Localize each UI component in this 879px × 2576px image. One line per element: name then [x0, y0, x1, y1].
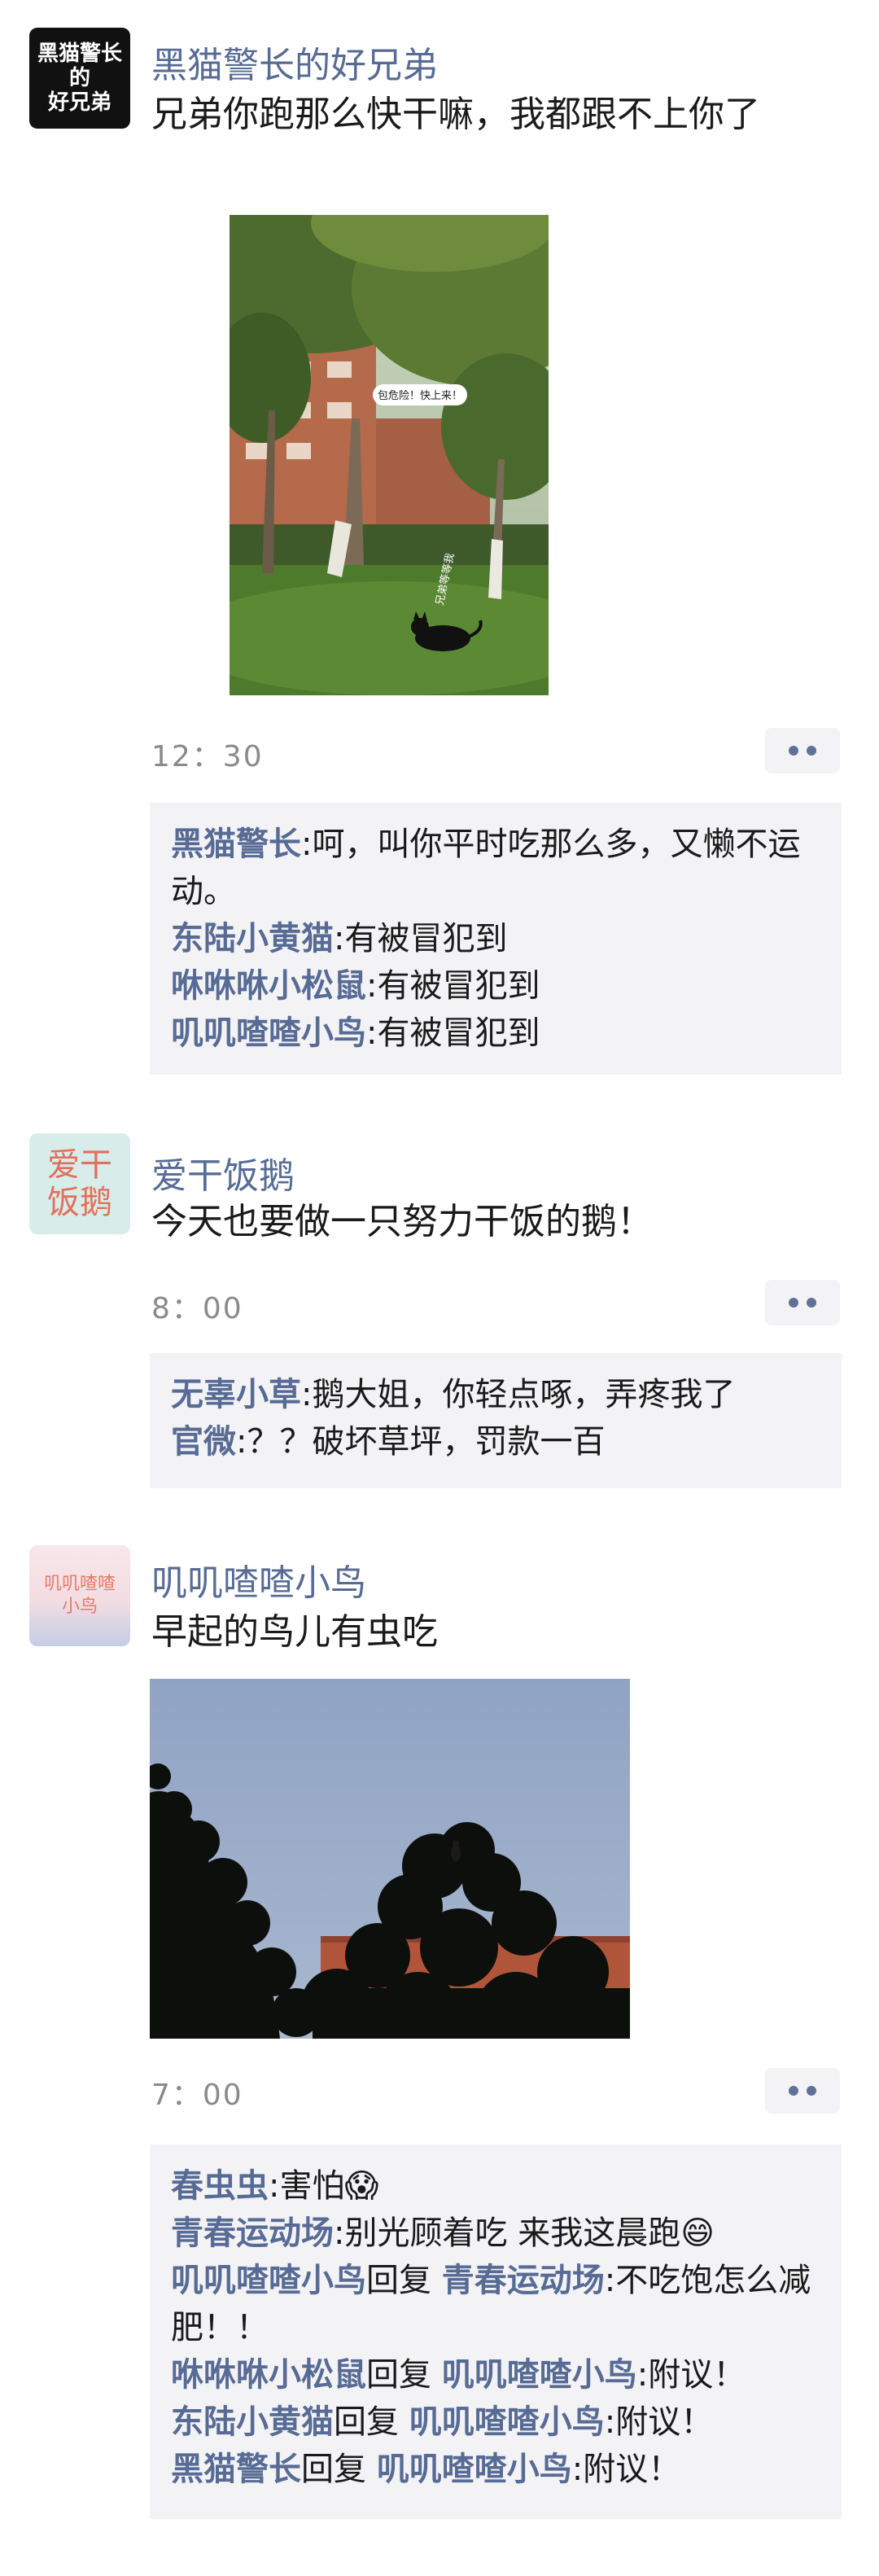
avatar-text-line: 好兄弟 — [47, 90, 112, 115]
commenter-name[interactable]: 东陆小黄猫 — [171, 920, 334, 957]
post-text: 早起的鸟儿有虫吃 — [151, 1611, 438, 1653]
comment-item[interactable]: 东陆小黄猫:有被冒犯到 — [171, 915, 820, 962]
comment-text: :有被冒犯到 — [334, 920, 508, 957]
more-dots-icon — [807, 746, 816, 756]
photo-bubble-text: 包危险！快上来！ — [378, 390, 462, 402]
post-time: 8：00 — [151, 1292, 243, 1325]
avatar[interactable]: 叽叽喳喳 小鸟 — [29, 1545, 130, 1646]
more-dots-icon — [789, 746, 798, 756]
commenter-name[interactable]: 官微 — [171, 1423, 236, 1461]
comment-item[interactable]: 黑猫警长:呵，叫你平时吃那么多，又懒不运动。 — [171, 821, 820, 915]
avatar-text-line: 小鸟 — [61, 1597, 98, 1617]
more-dots-icon — [789, 1298, 798, 1308]
comment-text: :附议！ — [604, 2403, 714, 2441]
reply-word: 回复 — [334, 2403, 399, 2441]
post-photo[interactable]: 包危险！快上来！ 兄弟等等我 — [230, 215, 549, 695]
reply-to-name[interactable]: 叽叽喳喳小鸟 — [377, 2451, 572, 2488]
avatar-text-line: 爱干 — [47, 1146, 112, 1184]
post-author-name[interactable]: 爱干饭鹅 — [151, 1146, 295, 1198]
more-button[interactable] — [765, 2068, 840, 2114]
sky-bird-image — [150, 1679, 630, 2039]
comment-item[interactable]: 青春运动场:别光顾着吃 来我这晨跑😄 — [171, 2210, 820, 2257]
commenter-name[interactable]: 黑猫警长 — [171, 826, 301, 863]
avatar-text-line: 叽叽喳喳 — [43, 1574, 116, 1594]
avatar-text-line: 黑猫警长 — [37, 42, 122, 66]
more-dots-icon — [807, 2086, 816, 2096]
reply-to-name[interactable]: 叽叽喳喳小鸟 — [442, 2356, 637, 2394]
post-text: 今天也要做一只努力干饭的鹅！ — [151, 1201, 653, 1242]
commenter-name[interactable]: 咻咻咻小松鼠 — [171, 967, 366, 1005]
post-time: 7：00 — [151, 2079, 243, 2112]
reply-to-name[interactable]: 叽叽喳喳小鸟 — [409, 2403, 605, 2441]
post-author-name[interactable]: 黑猫警长的好兄弟 — [151, 36, 438, 88]
moment-post-2: 爱干 饭鹅 爱干饭鹅 今天也要做一只努力干饭的鹅！ 8：00 无辜小草:鹅大姐，… — [0, 1107, 879, 1514]
comment-item[interactable]: 无辜小草:鹅大姐，你轻点啄，弄疼我了 — [171, 1371, 820, 1418]
comment-text: :有被冒犯到 — [366, 967, 540, 1005]
post-text: 兄弟你跑那么快干嘛，我都跟不上你了 — [151, 94, 760, 135]
comment-text: :别光顾着吃 来我这晨跑😄 — [334, 2215, 715, 2252]
avatar[interactable]: 爱干 饭鹅 — [29, 1133, 130, 1234]
comment-item[interactable]: 叽叽喳喳小鸟:有被冒犯到 — [171, 1010, 820, 1057]
comment-item[interactable]: 东陆小黄猫回复 叽叽喳喳小鸟:附议！ — [171, 2399, 820, 2446]
more-dots-icon — [789, 2086, 798, 2096]
more-dots-icon — [807, 1298, 816, 1308]
commenter-name[interactable]: 咻咻咻小松鼠 — [171, 2356, 366, 2394]
commenter-name[interactable]: 叽叽喳喳小鸟 — [171, 2262, 366, 2299]
comment-area: 黑猫警长:呵，叫你平时吃那么多，又懒不运动。 东陆小黄猫:有被冒犯到 咻咻咻小松… — [150, 803, 842, 1075]
commenter-name[interactable]: 青春运动场 — [171, 2215, 334, 2252]
commenter-name[interactable]: 无辜小草 — [171, 1376, 301, 1413]
commenter-name[interactable]: 黑猫警长 — [171, 2451, 301, 2488]
comment-text: :鹅大姐，你轻点啄，弄疼我了 — [301, 1376, 736, 1413]
comment-item[interactable]: 黑猫警长回复 叽叽喳喳小鸟:附议！ — [171, 2446, 820, 2493]
avatar-text-line: 的 — [68, 66, 90, 90]
post-time: 12：30 — [151, 740, 264, 773]
moment-post-1: 黑猫警长 的 好兄弟 黑猫警长的好兄弟 兄弟你跑那么快干嘛，我都跟不上你了 包危… — [0, 0, 879, 1083]
comment-item[interactable]: 叽叽喳喳小鸟回复 青春运动场:不吃饱怎么减肥！！ — [171, 2257, 820, 2351]
avatar-text-line: 饭鹅 — [47, 1184, 112, 1221]
reply-word: 回复 — [366, 2356, 431, 2394]
comment-area: 春虫虫:害怕😱 青春运动场:别光顾着吃 来我这晨跑😄 叽叽喳喳小鸟回复 青春运动… — [150, 2144, 842, 2519]
comment-item[interactable]: 咻咻咻小松鼠:有被冒犯到 — [171, 962, 820, 1010]
park-cat-image: 包危险！快上来！ 兄弟等等我 — [230, 215, 549, 695]
comment-text: :害怕😱 — [269, 2167, 379, 2205]
comment-item[interactable]: 春虫虫:害怕😱 — [171, 2162, 820, 2210]
more-button[interactable] — [765, 728, 840, 773]
comment-area: 无辜小草:鹅大姐，你轻点啄，弄疼我了 官微:？？破坏草坪，罚款一百 — [150, 1353, 842, 1488]
reply-word: 回复 — [301, 2451, 366, 2488]
reply-word: 回复 — [366, 2262, 431, 2299]
commenter-name[interactable]: 春虫虫 — [171, 2167, 269, 2205]
commenter-name[interactable]: 叽叽喳喳小鸟 — [171, 1014, 366, 1052]
comment-text: :有被冒犯到 — [366, 1014, 540, 1052]
avatar[interactable]: 黑猫警长 的 好兄弟 — [29, 28, 130, 129]
comment-text: :？？破坏草坪，罚款一百 — [236, 1423, 606, 1461]
comment-item[interactable]: 官微:？？破坏草坪，罚款一百 — [171, 1418, 820, 1465]
comment-item[interactable]: 咻咻咻小松鼠回复 叽叽喳喳小鸟:附议！ — [171, 2351, 820, 2399]
post-author-name[interactable]: 叽叽喳喳小鸟 — [151, 1553, 366, 1606]
comment-text: :附议！ — [636, 2356, 746, 2394]
moment-post-3: 叽叽喳喳 小鸟 叽叽喳喳小鸟 早起的鸟儿有虫吃 7：00 春虫虫:害怕😱 青春运… — [0, 1518, 879, 2576]
reply-to-name[interactable]: 青春运动场 — [442, 2262, 605, 2299]
post-photo[interactable] — [150, 1679, 630, 2039]
commenter-name[interactable]: 东陆小黄猫 — [171, 2403, 334, 2441]
comment-text: :附议！ — [571, 2451, 681, 2488]
more-button[interactable] — [765, 1280, 840, 1325]
